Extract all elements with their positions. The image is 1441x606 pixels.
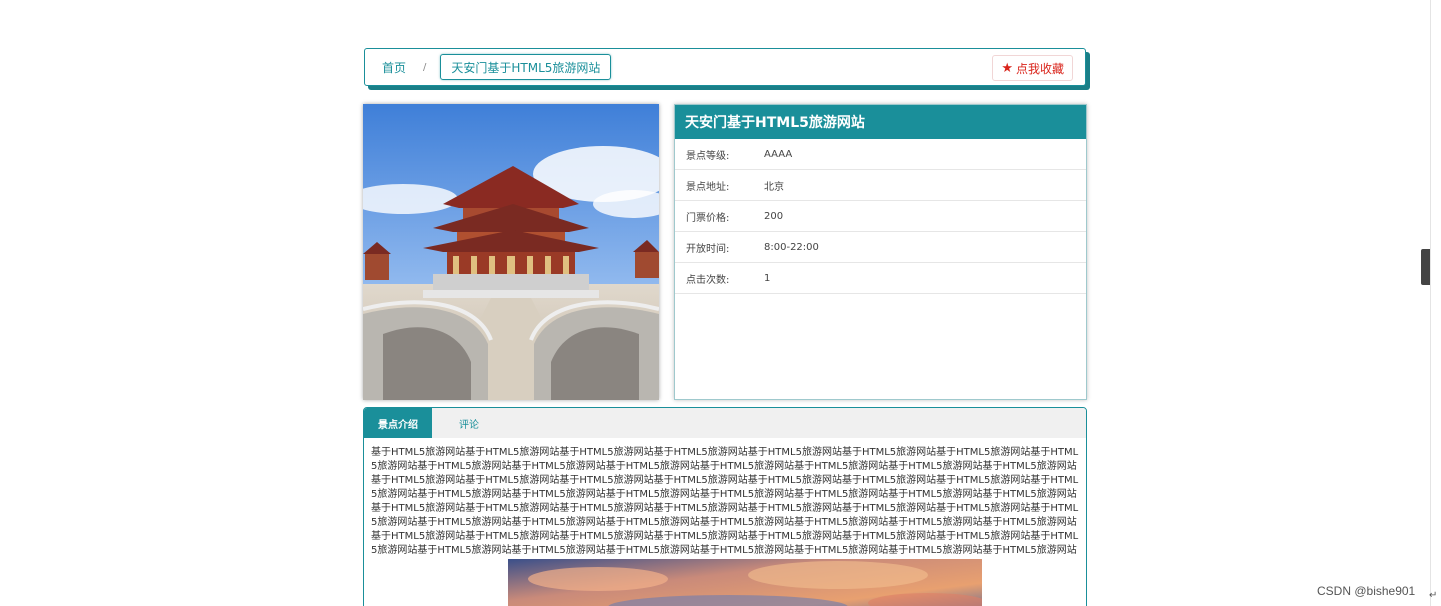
side-toggle-tab[interactable]: [1421, 249, 1430, 285]
breadcrumb: 首页 / 天安门基于HTML5旅游网站 ★ 点我收藏: [364, 48, 1086, 86]
info-label: 门票价格:: [686, 212, 730, 224]
scrollbar-track[interactable]: [1430, 0, 1431, 606]
info-label: 景点地址:: [686, 181, 730, 193]
info-row-level: 景点等级: AAAA: [675, 139, 1086, 170]
breadcrumb-current[interactable]: 天安门基于HTML5旅游网站: [440, 54, 612, 80]
intro-image: [508, 559, 982, 606]
favorite-button-label: 点我收藏: [1015, 61, 1064, 76]
info-row-address: 景点地址: 北京: [675, 170, 1086, 201]
tab-intro[interactable]: 景点介绍: [364, 408, 432, 438]
breadcrumb-separator: /: [423, 61, 427, 73]
page: 首页 / 天安门基于HTML5旅游网站 ★ 点我收藏 天安门基于HTML5旅游网…: [0, 0, 1441, 606]
info-label: 开放时间:: [686, 243, 730, 255]
attraction-photo: [363, 104, 659, 400]
tab-comment[interactable]: 评论: [432, 408, 506, 438]
return-glyph-icon: ↵: [1429, 590, 1438, 601]
info-value: 8:00-22:00: [764, 241, 819, 253]
watermark: CSDN @bishe901: [1317, 584, 1416, 598]
intro-text: 基于HTML5旅游网站基于HTML5旅游网站基于HTML5旅游网站基于HTML5…: [371, 447, 1079, 556]
info-value: AAAA: [764, 148, 793, 160]
info-row-clicks: 点击次数: 1: [675, 263, 1086, 294]
attraction-photo-image: [363, 104, 659, 400]
info-label: 景点等级:: [686, 150, 730, 162]
star-icon: ★: [1001, 60, 1013, 76]
info-value: 1: [764, 272, 771, 284]
tab-strip: 景点介绍 评论: [364, 408, 1086, 438]
info-value: 北京: [764, 181, 784, 193]
intro-image-graphic: [508, 559, 982, 606]
detail-tabs: 景点介绍 评论 基于HTML5旅游网站基于HTML5旅游网站基于HTML5旅游网…: [363, 407, 1087, 606]
attraction-info-panel: 天安门基于HTML5旅游网站 景点等级: AAAA 景点地址: 北京 门票价格:…: [674, 104, 1087, 400]
breadcrumb-home-link[interactable]: 首页: [382, 59, 406, 76]
attraction-title: 天安门基于HTML5旅游网站: [675, 105, 1086, 139]
favorite-button[interactable]: ★ 点我收藏: [992, 55, 1073, 81]
info-row-price: 门票价格: 200: [675, 201, 1086, 232]
info-value: 200: [764, 210, 784, 222]
info-label: 点击次数:: [686, 274, 730, 286]
info-row-hours: 开放时间: 8:00-22:00: [675, 232, 1086, 263]
